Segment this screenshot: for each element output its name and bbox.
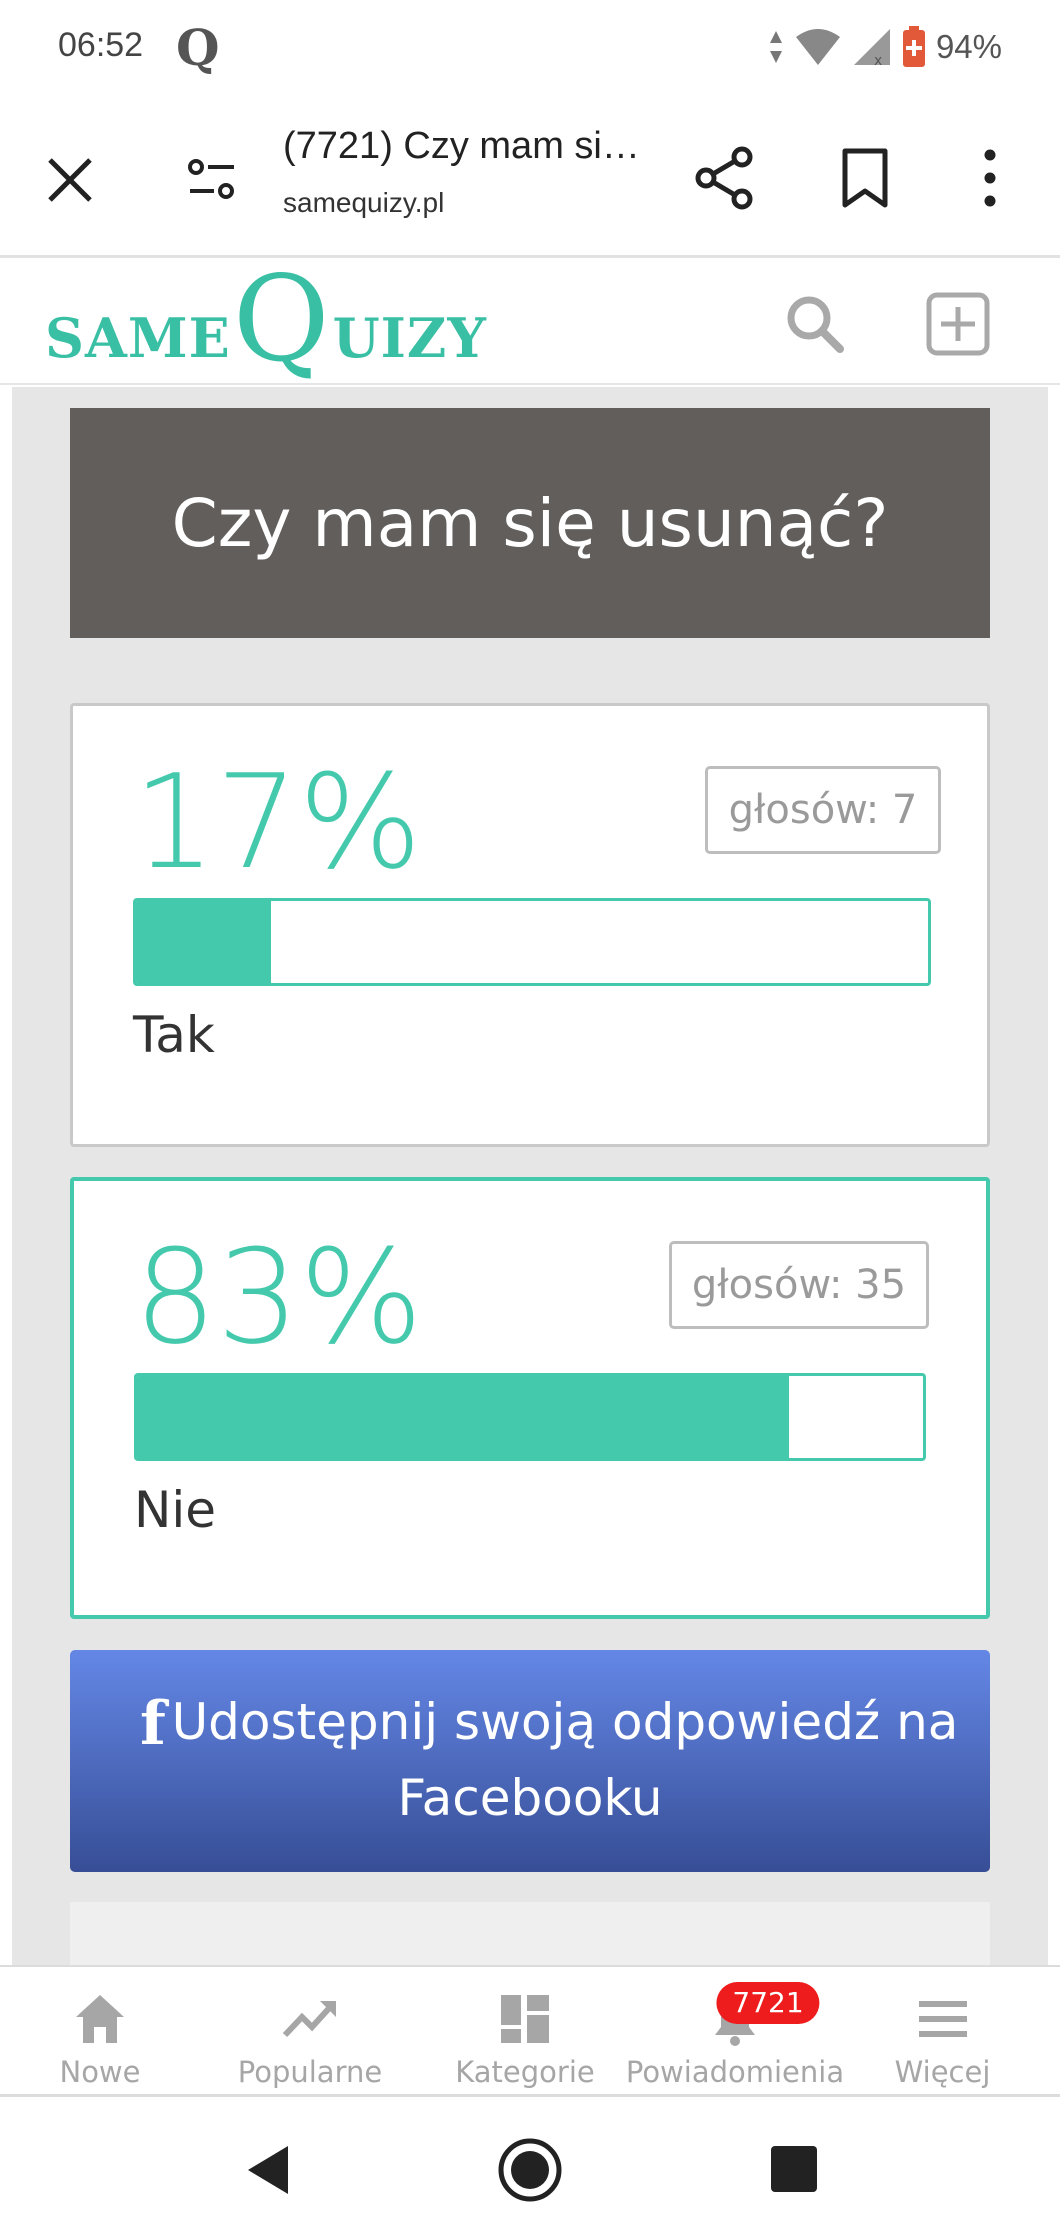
logo-q: Q <box>232 250 331 388</box>
page-title[interactable]: (7721) Czy mam si… <box>283 125 640 168</box>
data-arrows-icon <box>769 31 782 63</box>
next-content-block <box>70 1902 990 1965</box>
answer-progress-fill <box>136 901 271 983</box>
system-navigation <box>0 2100 1060 2238</box>
quiz-title: Czy mam się usunąć? <box>70 408 990 638</box>
answer-votes: głosów: 35 <box>669 1241 929 1329</box>
quiz-results: Czy mam się usunąć? 17% głosów: 7 Tak 83… <box>12 387 1048 1965</box>
answer-label: Tak <box>133 1006 215 1064</box>
close-icon[interactable] <box>40 150 100 210</box>
wifi-icon <box>795 29 840 65</box>
share-icon[interactable] <box>690 143 760 213</box>
search-icon[interactable] <box>782 291 846 355</box>
nav-item-wiecej[interactable]: Więcej <box>880 1967 1005 2097</box>
answer-label: Nie <box>134 1481 217 1539</box>
home-button-icon[interactable] <box>496 2136 564 2204</box>
battery-icon <box>902 26 925 67</box>
nav-label: Więcej <box>894 2055 991 2089</box>
svg-text:x: x <box>874 53 882 67</box>
facebook-icon: f <box>140 1689 166 1759</box>
samequizy-logo[interactable]: SAME Q UIZY <box>45 250 487 388</box>
nav-label: Kategorie <box>455 2055 595 2089</box>
status-right: x 94% <box>768 22 1002 72</box>
nav-item-nowe[interactable]: Nowe <box>40 1967 160 2097</box>
nav-label: Powiadomienia <box>625 2055 845 2089</box>
more-options-icon[interactable] <box>955 143 1025 213</box>
answer-progress-bar <box>134 1373 926 1461</box>
nav-label: Nowe <box>59 2055 141 2089</box>
answer-card-nie[interactable]: 83% głosów: 35 Nie <box>70 1177 990 1619</box>
answer-votes: głosów: 7 <box>705 766 941 854</box>
signal-icon: x <box>853 29 890 67</box>
nav-item-popularne[interactable]: Popularne <box>230 1967 390 2097</box>
menu-icon <box>918 2001 967 2037</box>
facebook-share-line1: Udostępnij swoją odpowiedź na <box>171 1693 959 1751</box>
notification-q-icon: Q <box>176 18 220 77</box>
nav-item-powiadomienia[interactable]: 7721 Powiadomienia <box>625 1967 845 2097</box>
notification-badge: 7721 <box>716 1982 820 2024</box>
facebook-share-button[interactable]: f Udostępnij swoją odpowiedź na Facebook… <box>70 1650 990 1872</box>
categories-icon <box>501 1995 549 2043</box>
answer-percent: 83% <box>134 1221 423 1373</box>
recent-apps-icon[interactable] <box>769 2144 819 2194</box>
answer-percent: 17% <box>133 746 422 898</box>
page-domain[interactable]: samequizy.pl <box>283 187 444 219</box>
back-icon[interactable] <box>240 2140 300 2200</box>
site-header: SAME Q UIZY <box>0 250 1060 388</box>
status-bar: 06:52 Q x 94% <box>0 0 1060 95</box>
add-quiz-icon[interactable] <box>925 291 991 357</box>
logo-uizy: UIZY <box>332 306 487 370</box>
answer-progress-fill <box>137 1376 790 1458</box>
browser-toolbar: (7721) Czy mam si… samequizy.pl <box>0 95 1060 258</box>
facebook-share-line2: Facebooku <box>397 1769 663 1827</box>
bottom-navigation: Nowe Popularne Kategorie 7721 Powiadomie… <box>0 1965 1060 2097</box>
home-icon <box>76 1995 124 2043</box>
trending-icon <box>282 2001 336 2038</box>
answer-card-tak[interactable]: 17% głosów: 7 Tak <box>70 703 990 1147</box>
nav-label: Popularne <box>237 2055 383 2089</box>
nav-item-kategorie[interactable]: Kategorie <box>445 1967 605 2097</box>
status-time: 06:52 <box>58 26 144 64</box>
answer-progress-bar <box>133 898 931 986</box>
site-settings-icon[interactable] <box>180 147 244 211</box>
logo-same: SAME <box>45 306 231 370</box>
bookmark-icon[interactable] <box>830 143 900 213</box>
battery-percent: 94% <box>935 28 1002 65</box>
